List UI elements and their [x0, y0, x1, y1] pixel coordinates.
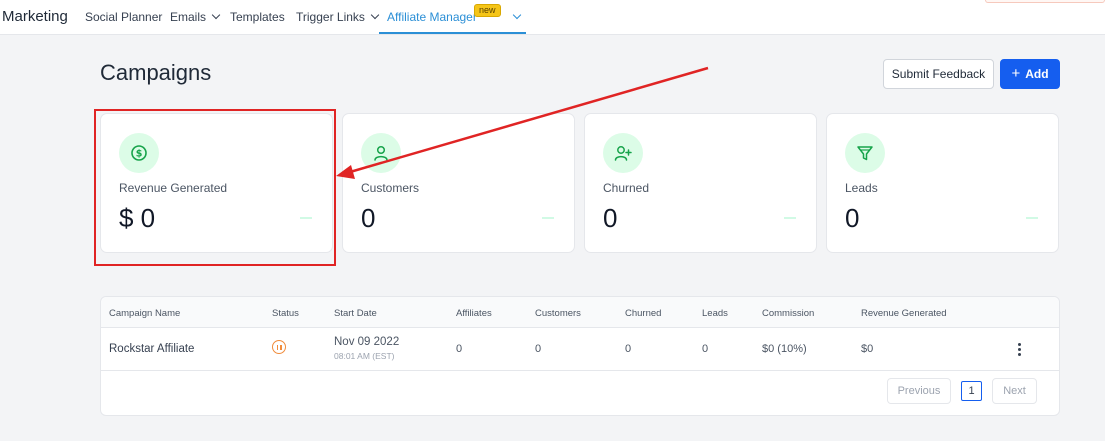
campaigns-table: Campaign Name Status Start Date Affiliat…	[100, 296, 1060, 416]
nav-item-label: Social Planner	[85, 10, 163, 24]
sparkline	[542, 217, 554, 219]
nav-item-trigger-links[interactable]: Trigger Links	[296, 10, 380, 24]
top-nav: Marketing Social Planner Emails Template…	[0, 0, 1105, 35]
start-date: Nov 09 2022	[334, 336, 400, 348]
stat-value: 0	[603, 203, 618, 233]
nav-item-label: Trigger Links	[296, 10, 365, 24]
add-button[interactable]: + Add	[1000, 59, 1060, 89]
user-plus-icon	[603, 133, 643, 173]
submit-feedback-button[interactable]: Submit Feedback	[883, 59, 994, 89]
brand-title: Marketing	[2, 8, 68, 25]
column-header: Revenue Generated	[861, 308, 947, 319]
column-header: Affiliates	[456, 308, 492, 319]
column-header: Start Date	[334, 308, 377, 319]
stat-value: 0	[361, 203, 376, 233]
nav-item-templates[interactable]: Templates	[230, 10, 285, 24]
stat-label: Churned	[603, 181, 650, 195]
nav-item-emails[interactable]: Emails	[170, 10, 221, 24]
stat-label: Customers	[361, 181, 420, 195]
pause-icon[interactable]	[272, 340, 286, 354]
chevron-down-icon	[370, 10, 380, 20]
column-header: Campaign Name	[109, 308, 181, 319]
annotation-highlight-box	[94, 109, 336, 266]
customers-count: 0	[535, 343, 542, 355]
sparkline	[1026, 217, 1038, 219]
commission-value: $0 (10%)	[762, 343, 807, 355]
top-right-banner	[985, 0, 1105, 3]
stat-card-leads: Leads 0	[826, 113, 1059, 253]
stat-value: 0	[845, 203, 860, 233]
column-header: Customers	[535, 308, 581, 319]
column-header: Status	[272, 308, 299, 319]
active-tab-indicator	[379, 32, 526, 34]
column-header: Leads	[702, 308, 728, 319]
current-page-number[interactable]: 1	[961, 381, 982, 401]
stat-card-customers: Customers 0	[342, 113, 575, 253]
leads-count: 0	[702, 343, 709, 355]
chevron-down-icon	[211, 10, 221, 20]
nav-item-affiliate-manager[interactable]: Affiliate Manager	[387, 10, 477, 24]
start-time: 08:01 AM (EST)	[334, 351, 395, 361]
add-button-label: Add	[1025, 67, 1049, 81]
user-icon	[361, 133, 401, 173]
affiliates-count: 0	[456, 343, 463, 355]
column-header: Commission	[762, 308, 815, 319]
table-header: Campaign Name Status Start Date Affiliat…	[101, 297, 1059, 328]
campaign-name[interactable]: Rockstar Affiliate	[109, 343, 194, 355]
plus-icon: +	[1011, 65, 1021, 82]
nav-item-label: Affiliate Manager	[387, 10, 477, 24]
next-page-button[interactable]: Next	[992, 378, 1037, 404]
chevron-down-icon[interactable]	[512, 10, 522, 20]
stat-label: Leads	[845, 181, 878, 195]
page-title: Campaigns	[100, 60, 212, 85]
sparkline	[784, 217, 796, 219]
stat-card-churned: Churned 0	[584, 113, 817, 253]
revenue-value: $0	[861, 343, 874, 355]
nav-item-social-planner[interactable]: Social Planner	[85, 10, 162, 24]
previous-page-button[interactable]: Previous	[887, 378, 951, 404]
new-badge: new	[474, 4, 501, 17]
churned-count: 0	[625, 343, 632, 355]
nav-item-label: Templates	[230, 10, 285, 24]
more-options-icon[interactable]	[1018, 343, 1021, 356]
column-header: Churned	[625, 308, 662, 319]
funnel-icon	[845, 133, 885, 173]
nav-item-label: Emails	[170, 10, 207, 24]
table-row[interactable]: Rockstar Affiliate Nov 09 2022 08:01 AM …	[101, 328, 1059, 371]
